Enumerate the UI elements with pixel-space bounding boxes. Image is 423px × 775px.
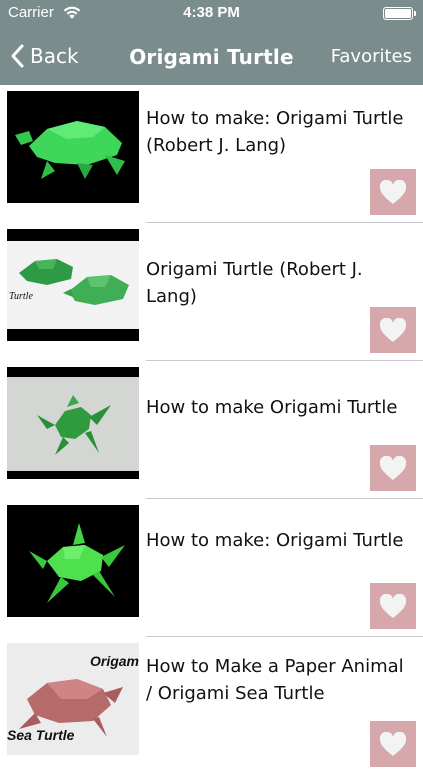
navigation-bar: Back Origami Turtle Favorites <box>0 27 423 85</box>
heart-icon <box>379 179 407 204</box>
thumbnail-caption: Turtle <box>9 291 33 302</box>
list-item[interactable]: How to make Origami Turtle <box>0 361 423 499</box>
heart-icon <box>379 593 407 618</box>
heart-icon <box>379 455 407 480</box>
favorites-button[interactable]: Favorites <box>331 46 412 67</box>
heart-icon <box>379 317 407 342</box>
item-title: How to make: Origami Turtle (Robert J. L… <box>146 108 404 156</box>
favorite-button[interactable] <box>370 583 416 629</box>
video-thumbnail <box>7 505 139 617</box>
status-bar: Carrier 4:38 PM <box>0 0 423 27</box>
item-title: How to make: Origami Turtle <box>146 530 404 551</box>
list-item[interactable]: How to make: Origami Turtle <box>0 499 423 637</box>
list-item[interactable]: How to make: Origami Turtle (Robert J. L… <box>0 85 423 223</box>
favorite-button[interactable] <box>370 169 416 215</box>
battery-icon <box>383 7 416 20</box>
item-title: Origami Turtle (Robert J. Lang) <box>146 259 363 307</box>
list-item[interactable]: Turtle Origami Turtle (Robert J. Lang) <box>0 223 423 361</box>
heart-icon <box>379 731 407 756</box>
item-title: How to make Origami Turtle <box>146 397 398 418</box>
video-thumbnail: Origam Sea Turtle <box>7 643 139 755</box>
clock: 4:38 PM <box>183 4 240 21</box>
favorite-button[interactable] <box>370 721 416 767</box>
video-thumbnail <box>7 91 139 203</box>
video-thumbnail <box>7 367 139 479</box>
favorite-button[interactable] <box>370 307 416 353</box>
thumbnail-caption-bottom: Sea Turtle <box>7 727 75 743</box>
item-title: How to Make a Paper Animal / Origami Sea… <box>146 656 404 704</box>
video-list: How to make: Origami Turtle (Robert J. L… <box>0 85 423 775</box>
list-item[interactable]: Origam Sea Turtle How to Make a Paper An… <box>0 637 423 775</box>
video-thumbnail: Turtle <box>7 229 139 341</box>
favorite-button[interactable] <box>370 445 416 491</box>
thumbnail-caption-top: Origam <box>89 653 139 669</box>
